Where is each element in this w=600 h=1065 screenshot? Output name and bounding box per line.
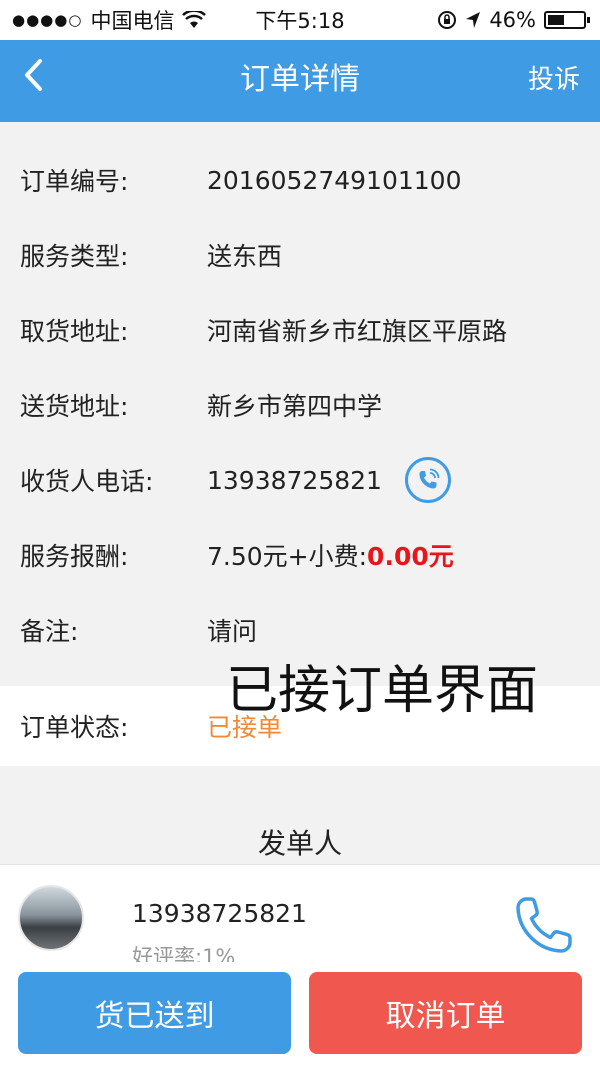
order-number-row: 订单编号: 2016052749101100 — [0, 155, 600, 205]
order-number-label: 订单编号: — [20, 167, 129, 196]
order-status-label: 订单状态: — [20, 713, 129, 742]
battery-percent: 46% — [489, 8, 536, 32]
complain-button[interactable]: 投诉 — [528, 62, 580, 98]
reward-tip: 0.00元 — [367, 542, 454, 571]
pickup-address-value: 河南省新乡市红旗区平原路 — [207, 317, 508, 346]
navigation-bar: 订单详情 投诉 — [0, 40, 600, 122]
location-icon — [466, 12, 481, 28]
cancel-order-button[interactable]: 取消订单 — [309, 972, 582, 1054]
note-label: 备注: — [20, 617, 79, 646]
status-bar: ●●●●○ 中国电信 下午5:18 46% — [0, 0, 600, 40]
pickup-address-row: 取货地址: 河南省新乡市红旗区平原路 — [0, 305, 600, 355]
issuer-card: 13938725821 好评率:1% — [0, 864, 600, 962]
battery-level — [548, 15, 564, 25]
order-info-section: 订单编号: 2016052749101100 服务类型: 送东西 取货地址: 河… — [0, 122, 600, 682]
issuer-section-title: 发单人 — [257, 827, 342, 860]
battery-icon — [544, 11, 590, 29]
call-issuer-button[interactable] — [512, 893, 576, 957]
service-reward-row: 服务报酬: 7.50元+小费:0.00元 — [0, 530, 600, 580]
receiver-phone-row: 收货人电话: 13938725821 — [0, 455, 600, 505]
receiver-phone-value: 13938725821 — [207, 465, 382, 495]
status-bar-right: 46% — [437, 8, 590, 32]
issuer-rating: 好评率:1% — [132, 945, 236, 962]
note-value: 请问 — [207, 617, 258, 646]
pickup-address-label: 取货地址: — [20, 317, 129, 346]
delivery-address-row: 送货地址: 新乡市第四中学 — [0, 380, 600, 430]
service-type-value: 送东西 — [207, 242, 283, 271]
order-number-value: 2016052749101100 — [207, 165, 462, 195]
bottom-action-bar: 货已送到 取消订单 — [0, 962, 600, 1065]
delivery-address-value: 新乡市第四中学 — [207, 392, 383, 421]
service-reward-value: 7.50元+小费:0.00元 — [207, 537, 454, 573]
rotation-lock-icon — [438, 11, 457, 29]
delivery-address-label: 送货地址: — [20, 392, 129, 421]
reward-base: 7.50元+小费: — [207, 542, 368, 571]
goods-delivered-button[interactable]: 货已送到 — [18, 972, 291, 1054]
call-receiver-button[interactable] — [405, 457, 451, 503]
phone-icon — [516, 897, 572, 953]
service-type-row: 服务类型: 送东西 — [0, 230, 600, 280]
phone-icon — [419, 468, 440, 489]
avatar — [18, 885, 84, 951]
page-title: 订单详情 — [240, 62, 360, 97]
service-type-label: 服务类型: — [20, 242, 129, 271]
issuer-phone: 13938725821 — [132, 899, 307, 928]
receiver-phone-label: 收货人电话: — [20, 467, 154, 496]
service-reward-label: 服务报酬: — [20, 542, 129, 571]
annotation-caption: 已接订单界面 — [226, 661, 539, 721]
